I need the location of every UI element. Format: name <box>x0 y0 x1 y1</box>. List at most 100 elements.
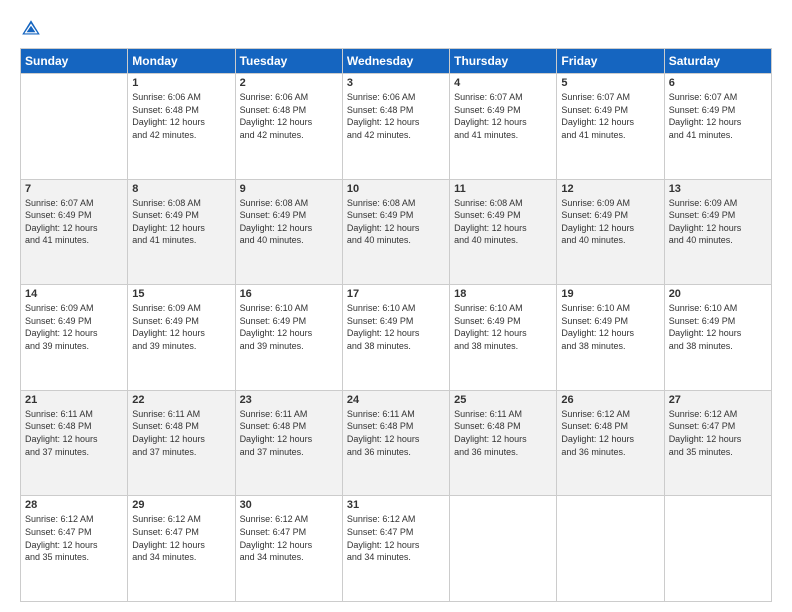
calendar-cell: 11 Sunrise: 6:08 AM Sunset: 6:49 PM Dayli… <box>450 179 557 285</box>
day-number: 3 <box>347 77 445 89</box>
calendar-cell: 21Sunrise: 6:11 AM Sunset: 6:48 PM Dayli… <box>21 390 128 496</box>
calendar-cell: 14Sunrise: 6:09 AM Sunset: 6:49 PM Dayli… <box>21 285 128 391</box>
day-info: Sunrise: 6:07 AM Sunset: 6:49 PM Dayligh… <box>669 91 767 141</box>
day-info: Sunrise: 6:11 AM Sunset: 6:48 PM Dayligh… <box>240 408 338 458</box>
day-number: 20 <box>669 288 767 300</box>
calendar-cell: 7Sunrise: 6:07 AM Sunset: 6:49 PM Daylig… <box>21 179 128 285</box>
weekday-header-row: SundayMondayTuesdayWednesdayThursdayFrid… <box>21 49 772 74</box>
day-number: 5 <box>561 77 659 89</box>
day-info: Sunrise: 6:10 AM Sunset: 6:49 PM Dayligh… <box>240 302 338 352</box>
day-number: 31 <box>347 499 445 511</box>
weekday-header-saturday: Saturday <box>664 49 771 74</box>
day-info: Sunrise: 6:10 AM Sunset: 6:49 PM Dayligh… <box>347 302 445 352</box>
week-row-3: 14Sunrise: 6:09 AM Sunset: 6:49 PM Dayli… <box>21 285 772 391</box>
calendar-cell: 12 Sunrise: 6:09 AM Sunset: 6:49 PM Dayli… <box>557 179 664 285</box>
calendar-cell: 19 Sunrise: 6:10 AM Sunset: 6:49 PM Dayli… <box>557 285 664 391</box>
day-number: 24 <box>347 394 445 406</box>
day-info: Sunrise: 6:11 AM Sunset: 6:48 PM Dayligh… <box>347 408 445 458</box>
day-info: Sunrise: 6:07 AM Sunset: 6:49 PM Dayligh… <box>454 91 552 141</box>
weekday-header-sunday: Sunday <box>21 49 128 74</box>
day-number: 25 <box>454 394 552 406</box>
day-number: 22 <box>132 394 230 406</box>
day-number: 8 <box>132 183 230 195</box>
day-info: Sunrise: 6:11 AM Sunset: 6:48 PM Dayligh… <box>132 408 230 458</box>
calendar-cell: 24 Sunrise: 6:11 AM Sunset: 6:48 PM Dayli… <box>342 390 449 496</box>
calendar-cell <box>664 496 771 602</box>
day-number: 19 <box>561 288 659 300</box>
day-number: 30 <box>240 499 338 511</box>
day-info: Sunrise: 6:11 AM Sunset: 6:48 PM Dayligh… <box>454 408 552 458</box>
logo <box>20 18 46 40</box>
day-info: Sunrise: 6:06 AM Sunset: 6:48 PM Dayligh… <box>132 91 230 141</box>
calendar-cell: 31 Sunrise: 6:12 AM Sunset: 6:47 PM Dayli… <box>342 496 449 602</box>
day-info: Sunrise: 6:12 AM Sunset: 6:47 PM Dayligh… <box>669 408 767 458</box>
day-number: 6 <box>669 77 767 89</box>
day-info: Sunrise: 6:06 AM Sunset: 6:48 PM Dayligh… <box>347 91 445 141</box>
calendar-cell: 23Sunrise: 6:11 AM Sunset: 6:48 PM Dayli… <box>235 390 342 496</box>
day-number: 26 <box>561 394 659 406</box>
day-info: Sunrise: 6:12 AM Sunset: 6:48 PM Dayligh… <box>561 408 659 458</box>
calendar-cell: 15 Sunrise: 6:09 AM Sunset: 6:49 PM Dayli… <box>128 285 235 391</box>
calendar-cell: 4 Sunrise: 6:07 AM Sunset: 6:49 PM Daylig… <box>450 74 557 180</box>
day-number: 4 <box>454 77 552 89</box>
day-info: Sunrise: 6:09 AM Sunset: 6:49 PM Dayligh… <box>561 197 659 247</box>
day-number: 12 <box>561 183 659 195</box>
calendar-cell: 1 Sunrise: 6:06 AM Sunset: 6:48 PM Daylig… <box>128 74 235 180</box>
weekday-header-wednesday: Wednesday <box>342 49 449 74</box>
day-number: 28 <box>25 499 123 511</box>
day-info: Sunrise: 6:09 AM Sunset: 6:49 PM Dayligh… <box>132 302 230 352</box>
day-number: 2 <box>240 77 338 89</box>
day-info: Sunrise: 6:08 AM Sunset: 6:49 PM Dayligh… <box>347 197 445 247</box>
day-number: 13 <box>669 183 767 195</box>
calendar-cell: 29 Sunrise: 6:12 AM Sunset: 6:47 PM Dayli… <box>128 496 235 602</box>
calendar-cell: 22 Sunrise: 6:11 AM Sunset: 6:48 PM Dayli… <box>128 390 235 496</box>
day-number: 15 <box>132 288 230 300</box>
header <box>20 18 772 40</box>
day-number: 7 <box>25 183 123 195</box>
day-info: Sunrise: 6:09 AM Sunset: 6:49 PM Dayligh… <box>25 302 123 352</box>
calendar-cell: 9 Sunrise: 6:08 AM Sunset: 6:49 PM Daylig… <box>235 179 342 285</box>
day-info: Sunrise: 6:08 AM Sunset: 6:49 PM Dayligh… <box>240 197 338 247</box>
day-info: Sunrise: 6:09 AM Sunset: 6:49 PM Dayligh… <box>669 197 767 247</box>
calendar-cell: 20Sunrise: 6:10 AM Sunset: 6:49 PM Dayli… <box>664 285 771 391</box>
calendar-cell: 27 Sunrise: 6:12 AM Sunset: 6:47 PM Dayli… <box>664 390 771 496</box>
calendar-cell: 3 Sunrise: 6:06 AM Sunset: 6:48 PM Daylig… <box>342 74 449 180</box>
day-number: 11 <box>454 183 552 195</box>
day-info: Sunrise: 6:12 AM Sunset: 6:47 PM Dayligh… <box>240 513 338 563</box>
calendar-cell: 25 Sunrise: 6:11 AM Sunset: 6:48 PM Dayli… <box>450 390 557 496</box>
weekday-header-monday: Monday <box>128 49 235 74</box>
day-info: Sunrise: 6:08 AM Sunset: 6:49 PM Dayligh… <box>454 197 552 247</box>
calendar-cell <box>557 496 664 602</box>
calendar-cell: 28 Sunrise: 6:12 AM Sunset: 6:47 PM Dayli… <box>21 496 128 602</box>
day-number: 1 <box>132 77 230 89</box>
calendar-cell: 8 Sunrise: 6:08 AM Sunset: 6:49 PM Daylig… <box>128 179 235 285</box>
calendar-cell: 5 Sunrise: 6:07 AM Sunset: 6:49 PM Daylig… <box>557 74 664 180</box>
weekday-header-friday: Friday <box>557 49 664 74</box>
day-info: Sunrise: 6:07 AM Sunset: 6:49 PM Dayligh… <box>561 91 659 141</box>
day-info: Sunrise: 6:12 AM Sunset: 6:47 PM Dayligh… <box>132 513 230 563</box>
day-info: Sunrise: 6:12 AM Sunset: 6:47 PM Dayligh… <box>347 513 445 563</box>
calendar-cell: 18Sunrise: 6:10 AM Sunset: 6:49 PM Dayli… <box>450 285 557 391</box>
calendar-table: SundayMondayTuesdayWednesdayThursdayFrid… <box>20 48 772 602</box>
day-info: Sunrise: 6:10 AM Sunset: 6:49 PM Dayligh… <box>561 302 659 352</box>
calendar-cell: 10Sunrise: 6:08 AM Sunset: 6:49 PM Dayli… <box>342 179 449 285</box>
day-number: 27 <box>669 394 767 406</box>
calendar-cell <box>21 74 128 180</box>
calendar-cell: 26 Sunrise: 6:12 AM Sunset: 6:48 PM Dayli… <box>557 390 664 496</box>
day-number: 16 <box>240 288 338 300</box>
calendar-cell: 17Sunrise: 6:10 AM Sunset: 6:49 PM Dayli… <box>342 285 449 391</box>
day-info: Sunrise: 6:10 AM Sunset: 6:49 PM Dayligh… <box>454 302 552 352</box>
weekday-header-tuesday: Tuesday <box>235 49 342 74</box>
calendar-cell: 16 Sunrise: 6:10 AM Sunset: 6:49 PM Dayli… <box>235 285 342 391</box>
page: SundayMondayTuesdayWednesdayThursdayFrid… <box>0 0 792 612</box>
calendar-cell <box>450 496 557 602</box>
weekday-header-thursday: Thursday <box>450 49 557 74</box>
day-info: Sunrise: 6:08 AM Sunset: 6:49 PM Dayligh… <box>132 197 230 247</box>
calendar-cell: 6 Sunrise: 6:07 AM Sunset: 6:49 PM Daylig… <box>664 74 771 180</box>
calendar-cell: 30 Sunrise: 6:12 AM Sunset: 6:47 PM Dayli… <box>235 496 342 602</box>
calendar-cell: 2 Sunrise: 6:06 AM Sunset: 6:48 PM Daylig… <box>235 74 342 180</box>
day-info: Sunrise: 6:06 AM Sunset: 6:48 PM Dayligh… <box>240 91 338 141</box>
day-number: 9 <box>240 183 338 195</box>
day-info: Sunrise: 6:12 AM Sunset: 6:47 PM Dayligh… <box>25 513 123 563</box>
day-number: 29 <box>132 499 230 511</box>
